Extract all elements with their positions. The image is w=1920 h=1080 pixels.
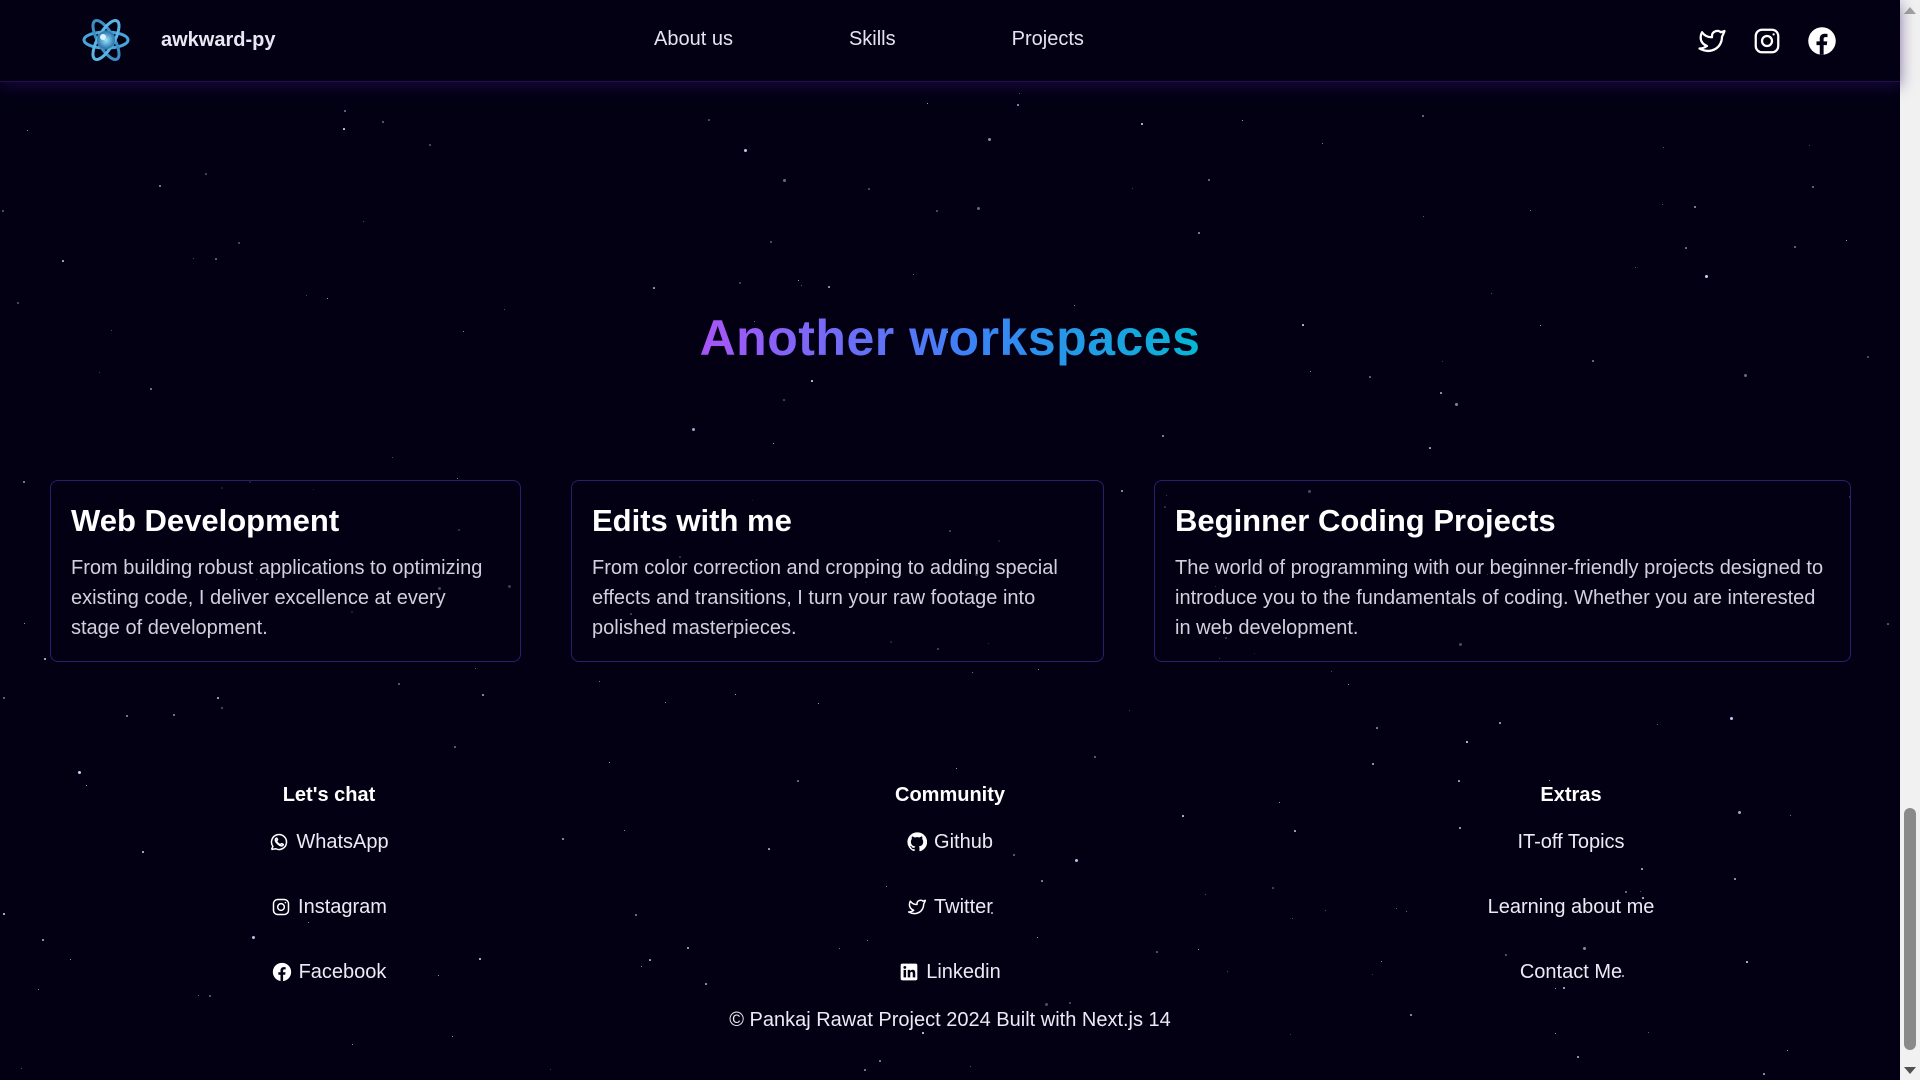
- footer-column-community: Community Github Twitter Linkedin: [780, 784, 1120, 1025]
- navbar: awkward-py About us Skills Projects: [0, 0, 1900, 82]
- section-title-text: Another workspaces: [699, 310, 1201, 366]
- footer-link-instagram[interactable]: Instagram: [159, 895, 499, 919]
- card-description: From building robust applications to opt…: [71, 557, 483, 639]
- copyright-text: © Pankaj Rawat Project 2024 Built with N…: [729, 1009, 1171, 1031]
- instagram-icon: [271, 897, 291, 917]
- footer-link-facebook[interactable]: Facebook: [159, 960, 499, 984]
- nav-link-about-us[interactable]: About us: [654, 28, 733, 51]
- scroll-up-arrow-icon[interactable]: [1900, 2, 1920, 18]
- brand[interactable]: awkward-py: [80, 13, 275, 67]
- card-description: From color correction and cropping to ad…: [592, 557, 1058, 639]
- nav-link-skills[interactable]: Skills: [849, 28, 896, 51]
- instagram-icon[interactable]: [1752, 26, 1782, 56]
- card-web-development: Web Development From building robust app…: [50, 480, 521, 662]
- header-socials: [1697, 26, 1862, 56]
- twitter-icon[interactable]: [1697, 26, 1727, 56]
- brand-name: awkward-py: [161, 28, 276, 51]
- footer-link-it-off-topics[interactable]: IT-off Topics: [1401, 830, 1741, 854]
- footer-link-twitter[interactable]: Twitter: [780, 895, 1120, 919]
- footer-link-contact-me[interactable]: Contact Me: [1401, 960, 1741, 984]
- footer-link-whatsapp[interactable]: WhatsApp: [159, 830, 499, 854]
- scrollbar-thumb[interactable]: [1904, 808, 1916, 1050]
- footer-link-linkedin[interactable]: Linkedin: [780, 960, 1120, 984]
- facebook-icon: [272, 962, 292, 982]
- card-title: Beginner Coding Projects: [1175, 503, 1556, 538]
- footer-heading: Community: [895, 784, 1005, 806]
- nav-link-projects[interactable]: Projects: [1012, 28, 1084, 51]
- atom-logo-icon: [82, 19, 130, 61]
- footer-heading: Let's chat: [282, 784, 376, 806]
- footer-column-extras: Extras IT-off Topics Learning about me C…: [1401, 784, 1741, 1025]
- card-description: The world of programming with our beginn…: [1175, 557, 1824, 639]
- scroll-down-arrow-icon[interactable]: [1900, 1062, 1920, 1078]
- github-icon: [907, 832, 928, 852]
- linkedin-icon: [899, 962, 919, 982]
- section-title: Another workspaces: [0, 309, 1900, 367]
- card-edits-with-me: Edits with me From color correction and …: [571, 480, 1104, 662]
- twitter-icon: [907, 897, 927, 917]
- card-beginner-coding-projects: Beginner Coding Projects The world of pr…: [1154, 480, 1851, 662]
- card-title: Edits with me: [592, 503, 792, 538]
- footer-column-lets-chat: Let's chat WhatsApp Instagram Facebook: [159, 784, 499, 1025]
- footer-link-github[interactable]: Github: [780, 830, 1120, 854]
- footer-heading: Extras: [1540, 784, 1602, 806]
- facebook-icon[interactable]: [1807, 26, 1837, 56]
- nav-links: About us Skills Projects: [654, 28, 1200, 51]
- page-scrollbar[interactable]: [1900, 0, 1920, 1080]
- footer-link-learning-about-me[interactable]: Learning about me: [1401, 895, 1741, 919]
- card-title: Web Development: [71, 503, 340, 538]
- whatsapp-icon: [269, 832, 289, 852]
